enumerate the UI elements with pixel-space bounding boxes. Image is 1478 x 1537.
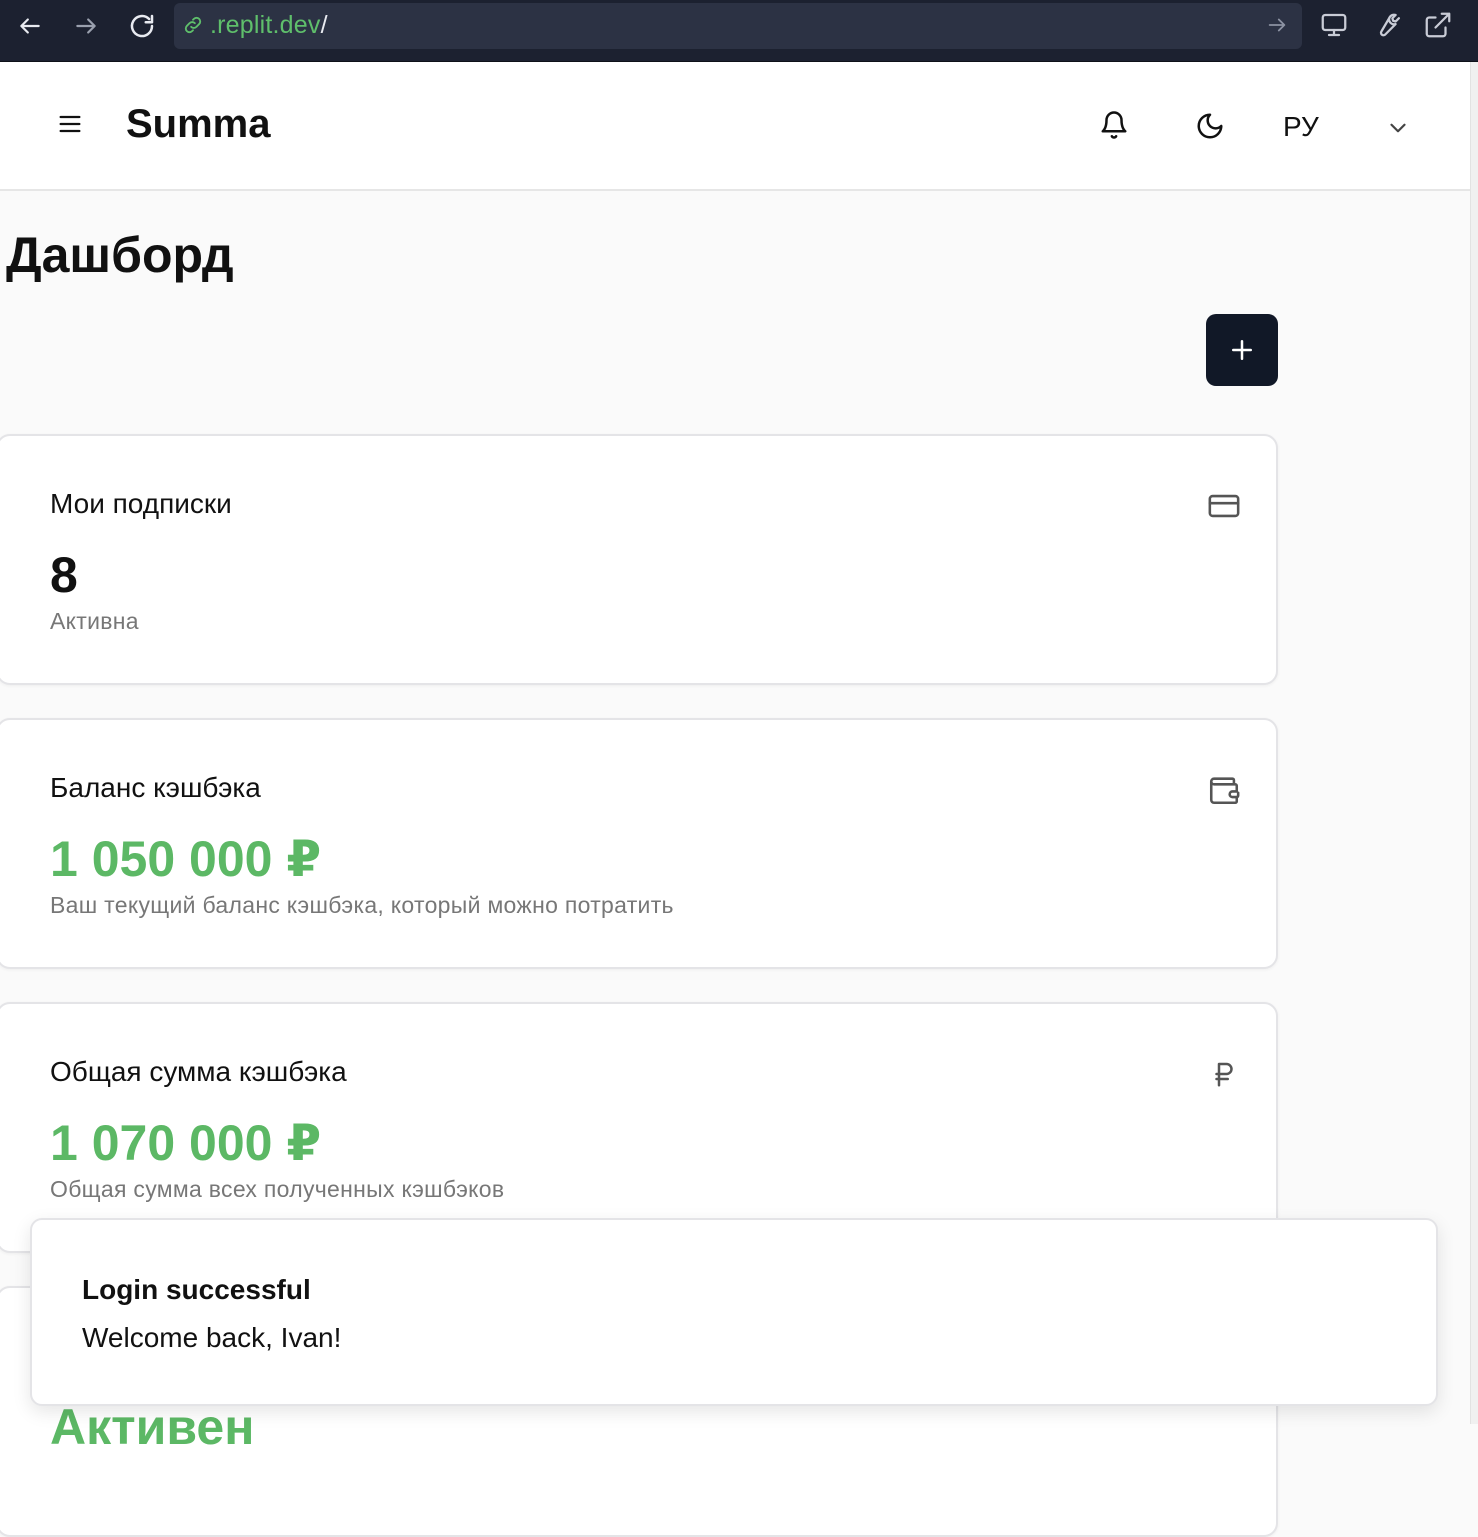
chevron-down-icon [1385, 115, 1411, 146]
forward-arrow-icon[interactable] [68, 8, 104, 44]
url-host: .replit.dev [210, 11, 321, 39]
url-text: .replit.dev/ [210, 11, 328, 40]
address-bar[interactable]: .replit.dev/ [174, 3, 1302, 49]
card-subtitle: Активна [50, 608, 139, 634]
login-toast[interactable]: Login successful Welcome back, Ivan! [30, 1218, 1438, 1406]
plus-icon [1232, 340, 1252, 360]
page-scrollbar[interactable] [1470, 62, 1478, 1424]
card-value: 8 [50, 547, 78, 603]
ruble-icon [1206, 1056, 1242, 1092]
hamburger-menu-icon[interactable] [52, 106, 88, 142]
card-value: Активен [50, 1399, 255, 1455]
card-subtitle: Общая сумма всех полученных кэшбэков [50, 1176, 505, 1202]
total-cashback-card[interactable]: Общая сумма кэшбэка 1 070 000 ₽ Общая су… [0, 1002, 1278, 1253]
wrench-icon[interactable] [1370, 9, 1402, 41]
brand-logo-text[interactable]: Summa [126, 102, 271, 147]
language-select[interactable]: РУ [1270, 102, 1430, 150]
browser-toolbar: .replit.dev/ [0, 0, 1478, 62]
link-icon [182, 14, 204, 41]
reload-icon[interactable] [124, 8, 160, 44]
card-subtitle: Ваш текущий баланс кэшбэка, который можн… [50, 892, 674, 918]
url-path: / [320, 11, 328, 39]
monitor-icon[interactable] [1318, 9, 1350, 41]
card-title: Общая сумма кэшбэка [50, 1056, 347, 1087]
card-title: Баланс кэшбэка [50, 772, 261, 803]
external-link-icon[interactable] [1422, 9, 1454, 41]
credit-card-icon [1206, 488, 1242, 524]
bell-icon[interactable] [1096, 107, 1132, 143]
app-header: Summa РУ [0, 62, 1470, 191]
toast-title: Login successful [82, 1274, 311, 1305]
page-title: Дашборд [6, 227, 234, 283]
card-title: Мои подписки [50, 488, 232, 519]
language-label: РУ [1283, 111, 1319, 142]
go-arrow-icon[interactable] [1266, 14, 1288, 41]
add-subscription-button[interactable] [1206, 314, 1278, 386]
back-arrow-icon[interactable] [12, 8, 48, 44]
moon-icon[interactable] [1192, 108, 1228, 144]
card-value: 1 070 000 ₽ [50, 1115, 322, 1171]
subscriptions-card[interactable]: Мои подписки 8 Активна [0, 434, 1278, 685]
wallet-icon [1206, 772, 1242, 808]
cashback-balance-card[interactable]: Баланс кэшбэка 1 050 000 ₽ Ваш текущий б… [0, 718, 1278, 969]
card-value: 1 050 000 ₽ [50, 831, 322, 887]
toast-description: Welcome back, Ivan! [82, 1322, 342, 1353]
